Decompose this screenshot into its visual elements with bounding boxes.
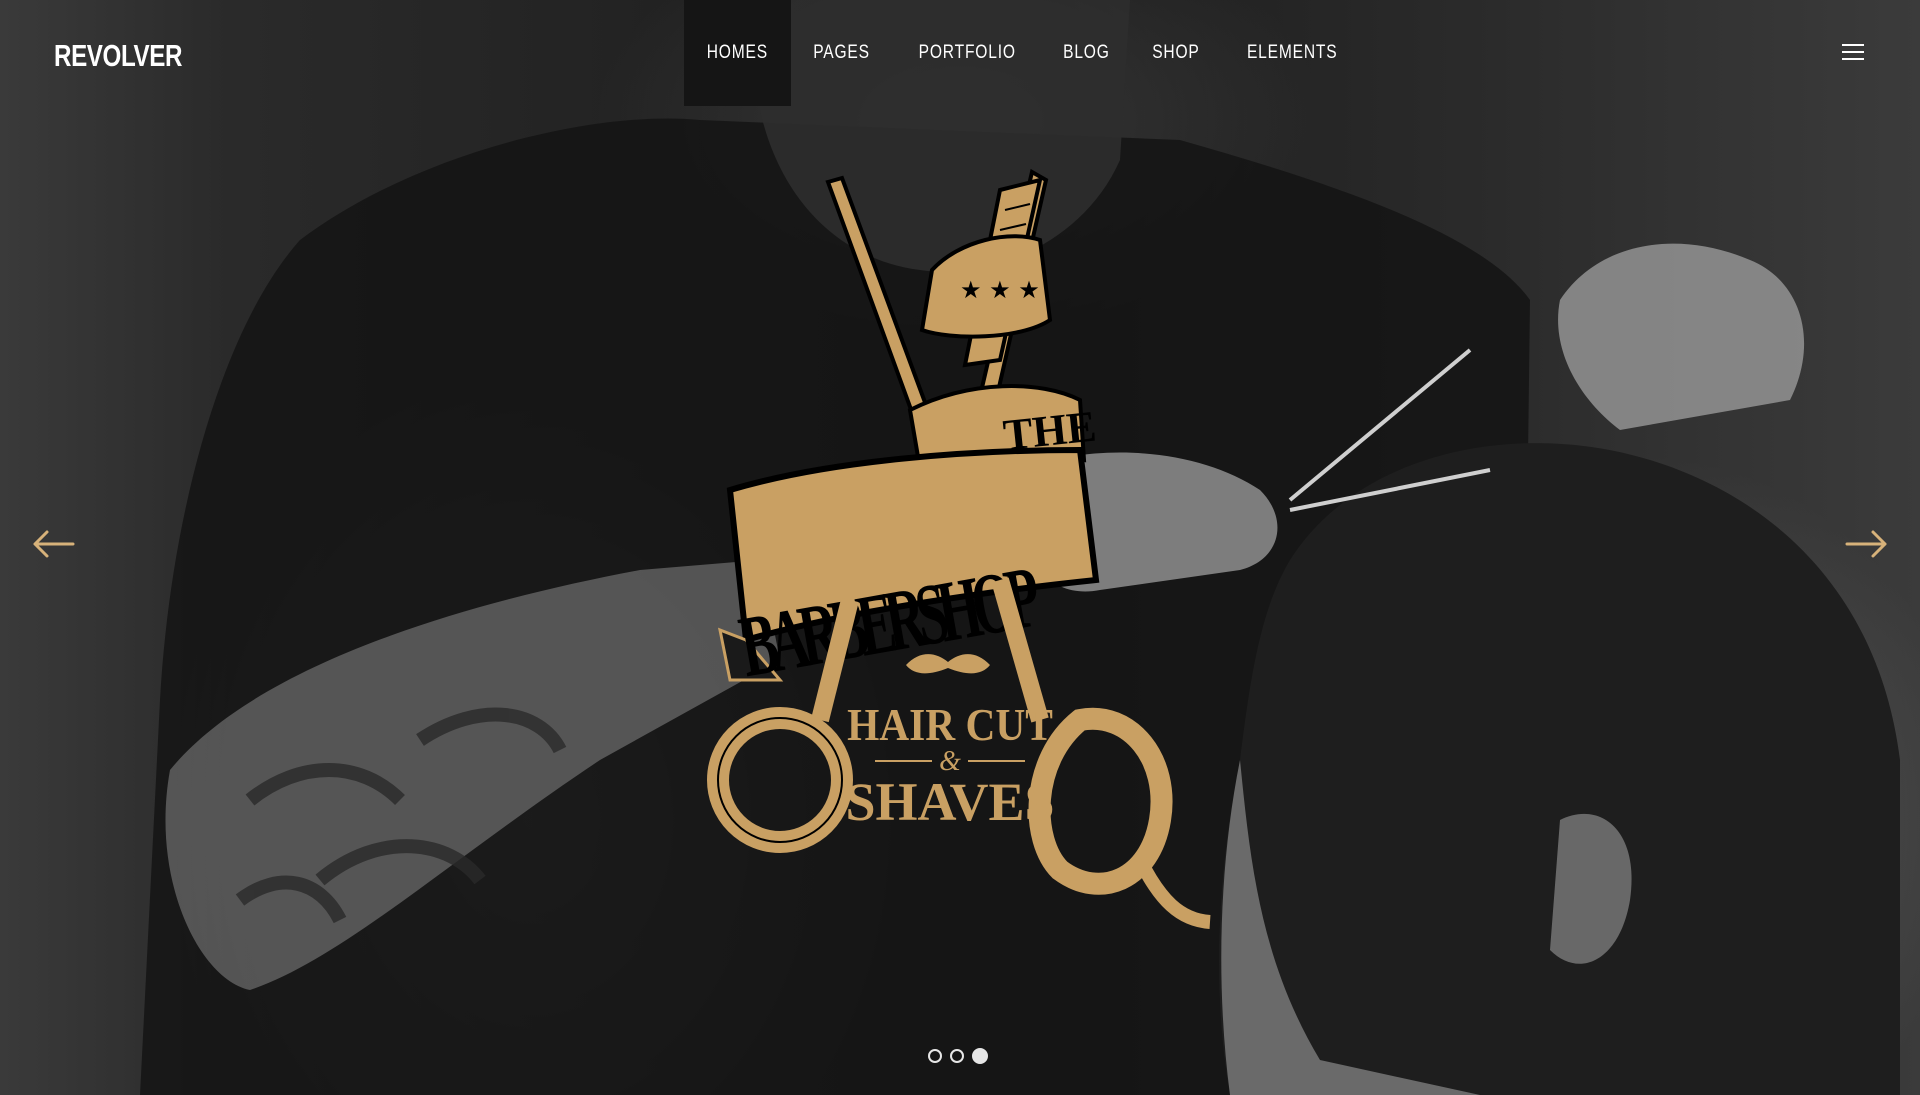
svg-text:★ ★ ★: ★ ★ ★ [960, 276, 1040, 304]
nav-item-elements[interactable]: ELEMENTS [1221, 0, 1363, 106]
emblem-haircut-text: HAIR CUT [847, 700, 1053, 750]
nav-item-blog[interactable]: BLOG [1042, 0, 1131, 106]
slider-dot-3[interactable] [972, 1048, 988, 1064]
nav-item-shop[interactable]: SHOP [1131, 0, 1221, 106]
nav-item-pages[interactable]: PAGES [791, 0, 892, 106]
arrow-left-icon[interactable] [31, 526, 75, 562]
slider-dot-2[interactable] [950, 1049, 964, 1063]
nav-item-portfolio[interactable]: PORTFOLIO [892, 0, 1042, 106]
hamburger-menu-icon[interactable] [1842, 44, 1864, 61]
nav-label: BLOG [1063, 42, 1110, 63]
page: REVOLVER HOMES PAGES PORTFOLIO BLOG SHOP… [0, 0, 1920, 1095]
slider-pagination [928, 1048, 988, 1064]
nav-label: PAGES [812, 42, 870, 63]
nav-label: HOMES [706, 42, 768, 63]
slider-dot-1[interactable] [928, 1049, 942, 1063]
site-header: REVOLVER HOMES PAGES PORTFOLIO BLOG SHOP… [0, 0, 1920, 106]
nav-item-homes[interactable]: HOMES [684, 0, 791, 106]
nav-label: ELEMENTS [1246, 42, 1338, 63]
main-nav: HOMES PAGES PORTFOLIO BLOG SHOP ELEMENTS [684, 0, 1363, 106]
barbershop-emblem-logo: ★ ★ ★ THE BARBERSHOP HAIR CUT & SHAVES [707, 168, 1211, 929]
nav-label: SHOP [1152, 42, 1200, 63]
site-logo[interactable]: REVOLVER [54, 38, 182, 74]
nav-label: PORTFOLIO [918, 42, 1016, 63]
emblem-shaves-text: SHAVES [845, 772, 1054, 832]
arrow-right-icon[interactable] [1845, 526, 1889, 562]
